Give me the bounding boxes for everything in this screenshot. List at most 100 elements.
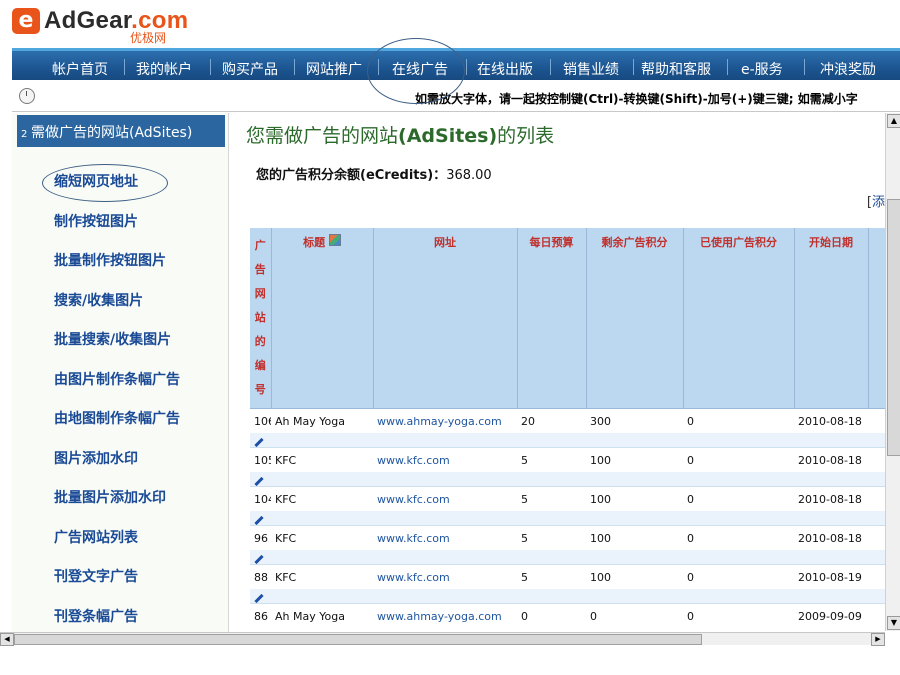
column-header-start-date[interactable]: 开始日期	[794, 228, 869, 409]
table-row: 105 KFC www.kfc.com 5 100 0 2010-08-18	[250, 447, 885, 472]
sidebar-header[interactable]: 2 需做广告的网站(AdSites)	[17, 115, 225, 147]
add-link-area: [添	[867, 191, 885, 210]
nav-item-online-ads[interactable]: 在线广告	[392, 59, 448, 79]
logo-wordmark: AdGear.com	[44, 7, 188, 35]
sidebar-link-banner-ad[interactable]: 刊登条幅广告	[54, 606, 138, 626]
sidebar-header-number: 2	[21, 129, 28, 140]
cell-id: 106	[250, 408, 271, 433]
nav-separator	[210, 59, 211, 75]
table-row: 106 Ah May Yoga www.ahmay-yoga.com 20 30…	[250, 408, 885, 433]
nav-item-help-support[interactable]: 帮助和客服	[641, 59, 711, 79]
pencil-icon[interactable]	[254, 437, 264, 447]
page-title-bold: (AdSites)	[398, 125, 498, 147]
sidebar-link-banner-from-map[interactable]: 由地图制作条幅广告	[54, 408, 180, 428]
column-header-title[interactable]: 标题	[271, 228, 374, 409]
cell-used: 0	[683, 408, 794, 433]
notice-bar: 如需放大字体，请一起按控制键(Ctrl)-转换键(Shift)-加号(+)键三键…	[12, 80, 900, 112]
nav-item-account-home[interactable]: 帐户首页	[52, 59, 108, 79]
edit-row	[250, 511, 885, 526]
horizontal-scroll-thumb[interactable]	[14, 634, 702, 645]
scroll-up-icon[interactable]: ▲	[887, 114, 900, 128]
cell-remaining: 0	[586, 603, 683, 628]
add-site-link[interactable]: 添	[872, 195, 885, 210]
scroll-right-icon[interactable]: ▶	[871, 633, 885, 646]
cell-budget: 5	[517, 564, 586, 589]
sidebar: 2 需做广告的网站(AdSites) 缩短网页地址 制作按钮图片 批量制作按钮图…	[12, 113, 229, 633]
nav-item-surf-rewards[interactable]: 冲浪奖励	[820, 59, 876, 79]
cell-start-date: 2010-08-19	[794, 564, 868, 589]
cell-remaining: 300	[586, 408, 683, 433]
clock-icon	[19, 88, 35, 104]
pencil-icon[interactable]	[254, 476, 264, 486]
cell-remaining: 100	[586, 486, 683, 511]
pencil-icon[interactable]	[254, 593, 264, 603]
sidebar-link-batch-watermark[interactable]: 批量图片添加水印	[54, 487, 166, 507]
edit-row	[250, 589, 885, 604]
cell-title: Ah May Yoga	[271, 603, 373, 628]
nav-separator	[550, 59, 551, 75]
cell-id: 88	[250, 564, 271, 589]
scroll-down-icon[interactable]: ▼	[887, 616, 900, 630]
vertical-scroll-thumb[interactable]	[887, 199, 900, 456]
sidebar-link-add-watermark[interactable]: 图片添加水印	[54, 448, 138, 468]
sidebar-link-search-images[interactable]: 搜索/收集图片	[54, 290, 143, 310]
pencil-icon[interactable]	[254, 515, 264, 525]
sidebar-link-adsite-list[interactable]: 广告网站列表	[54, 527, 138, 547]
nav-separator	[727, 59, 728, 75]
table-row: 96 KFC www.kfc.com 5 100 0 2010-08-18	[250, 525, 885, 550]
column-header-daily-budget[interactable]: 每日预算	[517, 228, 587, 409]
cell-used: 0	[683, 603, 794, 628]
cell-url[interactable]: www.kfc.com	[373, 525, 517, 550]
column-header-url[interactable]: 网址	[373, 228, 518, 409]
column-header-extra	[868, 228, 885, 409]
table-row: 104 KFC www.kfc.com 5 100 0 2010-08-18	[250, 486, 885, 511]
cell-budget: 20	[517, 408, 586, 433]
pencil-icon[interactable]	[254, 554, 264, 564]
cell-url[interactable]: www.kfc.com	[373, 447, 517, 472]
cell-id: 96	[250, 525, 271, 550]
cell-budget: 0	[517, 603, 586, 628]
nav-item-site-promotion[interactable]: 网站推广	[306, 59, 362, 79]
nav-separator	[378, 59, 379, 75]
nav-item-online-publishing[interactable]: 在线出版	[477, 59, 533, 79]
cell-url[interactable]: www.kfc.com	[373, 486, 517, 511]
cell-url[interactable]: www.kfc.com	[373, 564, 517, 589]
cell-budget: 5	[517, 525, 586, 550]
cell-extra	[868, 603, 885, 628]
edit-cell	[250, 589, 885, 604]
cell-extra	[868, 408, 885, 433]
nav-item-my-account[interactable]: 我的帐户	[136, 59, 192, 79]
scroll-left-icon[interactable]: ◀	[0, 633, 14, 646]
table-row: 86 Ah May Yoga www.ahmay-yoga.com 0 0 0 …	[250, 603, 885, 628]
nav-item-sales-performance[interactable]: 销售业绩	[563, 59, 619, 79]
nav-item-e-services[interactable]: e-服务	[741, 59, 783, 79]
sidebar-link-text-ad[interactable]: 刊登文字广告	[54, 566, 138, 586]
nav-item-buy-products[interactable]: 购买产品	[222, 59, 278, 79]
sidebar-link-make-button[interactable]: 制作按钮图片	[54, 211, 138, 231]
page-title-prefix: 您需做广告的网站	[246, 125, 399, 147]
credits-label: 您的广告积分余额(eCredits)：	[256, 168, 447, 183]
horizontal-scrollbar[interactable]: ◀ ▶	[0, 632, 885, 646]
sort-icon[interactable]	[328, 234, 341, 246]
cell-title: Ah May Yoga	[271, 408, 373, 433]
cell-url[interactable]: www.ahmay-yoga.com	[373, 603, 517, 628]
nav-separator	[294, 59, 295, 75]
edit-row	[250, 550, 885, 565]
column-header-used-credits[interactable]: 已使用广告积分	[683, 228, 795, 409]
sidebar-link-batch-search-images[interactable]: 批量搜索/收集图片	[54, 329, 171, 349]
column-header-id[interactable]: 广 告 网 站 的 编 号	[250, 228, 272, 409]
column-header-remaining-credits[interactable]: 剩余广告积分	[586, 228, 684, 409]
cell-extra	[868, 525, 885, 550]
cell-url[interactable]: www.ahmay-yoga.com	[373, 408, 517, 433]
cell-extra	[868, 564, 885, 589]
sidebar-link-shorten-url[interactable]: 缩短网页地址	[54, 171, 138, 191]
vertical-scrollbar[interactable]: ▲ ▼	[885, 113, 900, 631]
cell-start-date: 2010-08-18	[794, 447, 868, 472]
sidebar-link-batch-make-button[interactable]: 批量制作按钮图片	[54, 250, 166, 270]
cell-extra	[868, 486, 885, 511]
cell-used: 0	[683, 564, 794, 589]
nav-separator	[633, 59, 634, 75]
cell-used: 0	[683, 447, 794, 472]
sidebar-link-banner-from-image[interactable]: 由图片制作条幅广告	[54, 369, 180, 389]
edit-cell	[250, 550, 885, 565]
